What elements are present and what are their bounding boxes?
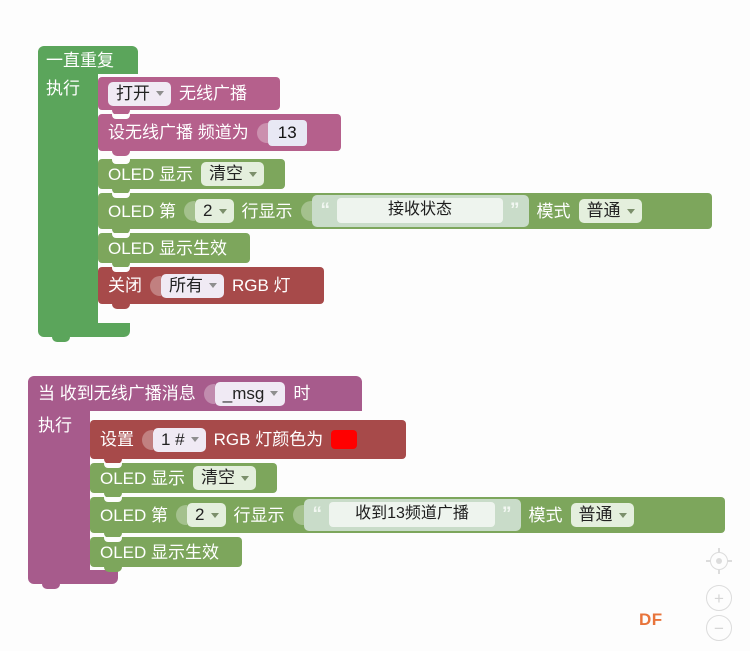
quote-open-icon: “ [312,504,323,525]
oled-line-number-dropdown-2[interactable]: 2 [187,503,226,527]
chevron-down-icon [210,512,219,518]
chevron-down-icon [218,208,227,214]
rgb-off-dropdown[interactable]: 所有 [161,273,224,298]
center-view-button[interactable] [706,548,732,574]
chevron-down-icon [190,437,199,442]
rgb-set-color-block[interactable]: 设置 1 # RGB 灯颜色为 [90,420,406,464]
oled-show-clear-block[interactable]: OLED 显示 清空 [98,159,285,194]
on-message-variable-value: _msg [222,383,265,403]
oled-line-text-socket-2: “ 收到13频道广播 ” [293,499,521,531]
oled-line-mode-dropdown-2[interactable]: 普通 [570,503,634,527]
quote-close-icon: ” [510,200,520,221]
quote-open-icon: “ [320,200,331,221]
wireless-channel-block[interactable]: 设无线广播 频道为 13 [98,114,341,156]
on-message-header-suffix: 时 [293,384,311,403]
on-message-variable-dropdown[interactable]: _msg [214,381,286,406]
forever-loop-arm: 执行 [38,74,98,323]
wireless-channel-input[interactable]: 13 [267,119,307,146]
oled-line-number-value-2: 2 [195,505,205,524]
on-message-exec-label: 执行 [38,416,72,435]
oled-line-text-mid-2: 行显示 [233,505,285,525]
rgb-set-index-dropdown[interactable]: 1 # [153,427,206,452]
oled-line-mode-label-2: 模式 [528,505,563,525]
oled-line-text-prefix: OLED 第 [108,201,177,221]
oled-line-number-value: 2 [203,201,213,220]
wireless-switch-suffix: 无线广播 [179,84,247,103]
oled-line-mode-dropdown[interactable]: 普通 [578,199,642,223]
oled-line-text-block-2[interactable]: OLED 第 2 行显示 “ 收到13频道广播 ” 模式 普通 [90,497,725,538]
oled-line-number-socket-2: 2 [176,503,226,527]
forever-loop-header[interactable]: 一直重复 [38,46,138,74]
rgb-off-block[interactable]: 关闭 所有 RGB 灯 [98,267,324,309]
oled-show-clear-label: OLED 显示 [108,164,194,184]
df-watermark: DF [639,610,663,629]
plus-icon: + [714,588,724,608]
quote-close-icon: ” [502,504,512,525]
oled-line-number-socket: 2 [184,199,234,223]
rgb-off-dropdown-value: 所有 [169,275,203,295]
zoom-out-button[interactable]: − [706,615,732,641]
oled-show-clear-dropdown-value: 清空 [209,164,244,183]
oled-show-clear-dropdown-2[interactable]: 清空 [193,466,257,490]
chevron-down-icon [270,391,279,396]
crosshair-tick-bottom [718,569,720,574]
oled-line-text-literal-2[interactable]: “ 收到13频道广播 ” [303,499,521,531]
wireless-switch-block[interactable]: 打开 无线广播 [98,77,280,115]
forever-loop-label: 一直重复 [46,50,114,70]
on-message-header[interactable]: 当 收到无线广播消息 _msg 时 [28,376,362,411]
oled-line-text-socket: “ 接收状态 ” [301,195,529,227]
oled-line-mode-value-2: 普通 [578,505,613,524]
rgb-off-socket: 所有 [150,273,224,298]
forever-loop-footer [38,323,130,342]
oled-refresh-block[interactable]: OLED 显示生效 [98,233,250,268]
color-swatch[interactable] [331,430,358,449]
oled-refresh-block-2[interactable]: OLED 显示生效 [90,537,242,572]
forever-loop-exec-label: 执行 [46,79,80,98]
oled-line-text-value-2[interactable]: 收到13频道广播 [329,502,495,527]
wireless-switch-dropdown-value: 打开 [116,83,150,103]
oled-show-clear-dropdown[interactable]: 清空 [201,162,265,186]
rgb-set-index-value: 1 # [161,429,185,449]
chevron-down-icon [249,171,258,177]
oled-line-mode-label: 模式 [536,201,571,221]
chevron-down-icon [209,283,217,288]
on-message-arm: 执行 [28,411,90,570]
oled-line-mode-value: 普通 [586,201,621,220]
oled-refresh-label: OLED 显示生效 [108,238,228,258]
wireless-channel-label: 设无线广播 频道为 [108,123,249,142]
crosshair-dot [716,558,722,564]
oled-line-text-literal[interactable]: “ 接收状态 ” [311,195,529,227]
wireless-switch-dropdown[interactable]: 打开 [108,81,171,106]
rgb-set-color-prefix: 设置 [100,430,134,449]
chevron-down-icon [626,208,635,214]
zoom-in-button[interactable]: + [706,585,732,611]
rgb-off-suffix: RGB 灯 [232,276,291,295]
rgb-set-color-suffix: RGB 灯颜色为 [213,430,324,449]
oled-line-text-mid: 行显示 [241,201,293,221]
chevron-down-icon [156,91,164,96]
on-message-variable-socket: _msg [204,381,286,406]
crosshair-tick-left [706,560,711,562]
chevron-down-icon [618,512,627,518]
oled-line-text-block[interactable]: OLED 第 2 行显示 “ 接收状态 ” 模式 普通 [98,193,712,234]
on-message-footer [28,570,118,589]
oled-refresh-label-2: OLED 显示生效 [100,542,220,562]
oled-line-text-prefix-2: OLED 第 [100,505,169,525]
minus-icon: − [714,618,724,638]
oled-line-number-dropdown[interactable]: 2 [195,199,234,223]
oled-line-text-value[interactable]: 接收状态 [337,198,503,223]
oled-show-clear-block-2[interactable]: OLED 显示 清空 [90,463,277,498]
crosshair-tick-right [727,560,732,562]
rgb-set-index-socket: 1 # [142,427,206,452]
chevron-down-icon [241,475,250,481]
crosshair-tick-top [718,548,720,553]
oled-show-clear-label-2: OLED 显示 [100,468,186,488]
rgb-off-prefix: 关闭 [108,276,142,295]
on-message-header-prefix: 当 收到无线广播消息 [38,384,196,403]
wireless-channel-socket: 13 [257,119,307,146]
blocks-workspace[interactable]: 一直重复 执行 打开 无线广播 设无线广播 频道为 13 OLED 显示 清空 … [0,0,750,651]
oled-show-clear-dropdown-value-2: 清空 [201,468,236,487]
